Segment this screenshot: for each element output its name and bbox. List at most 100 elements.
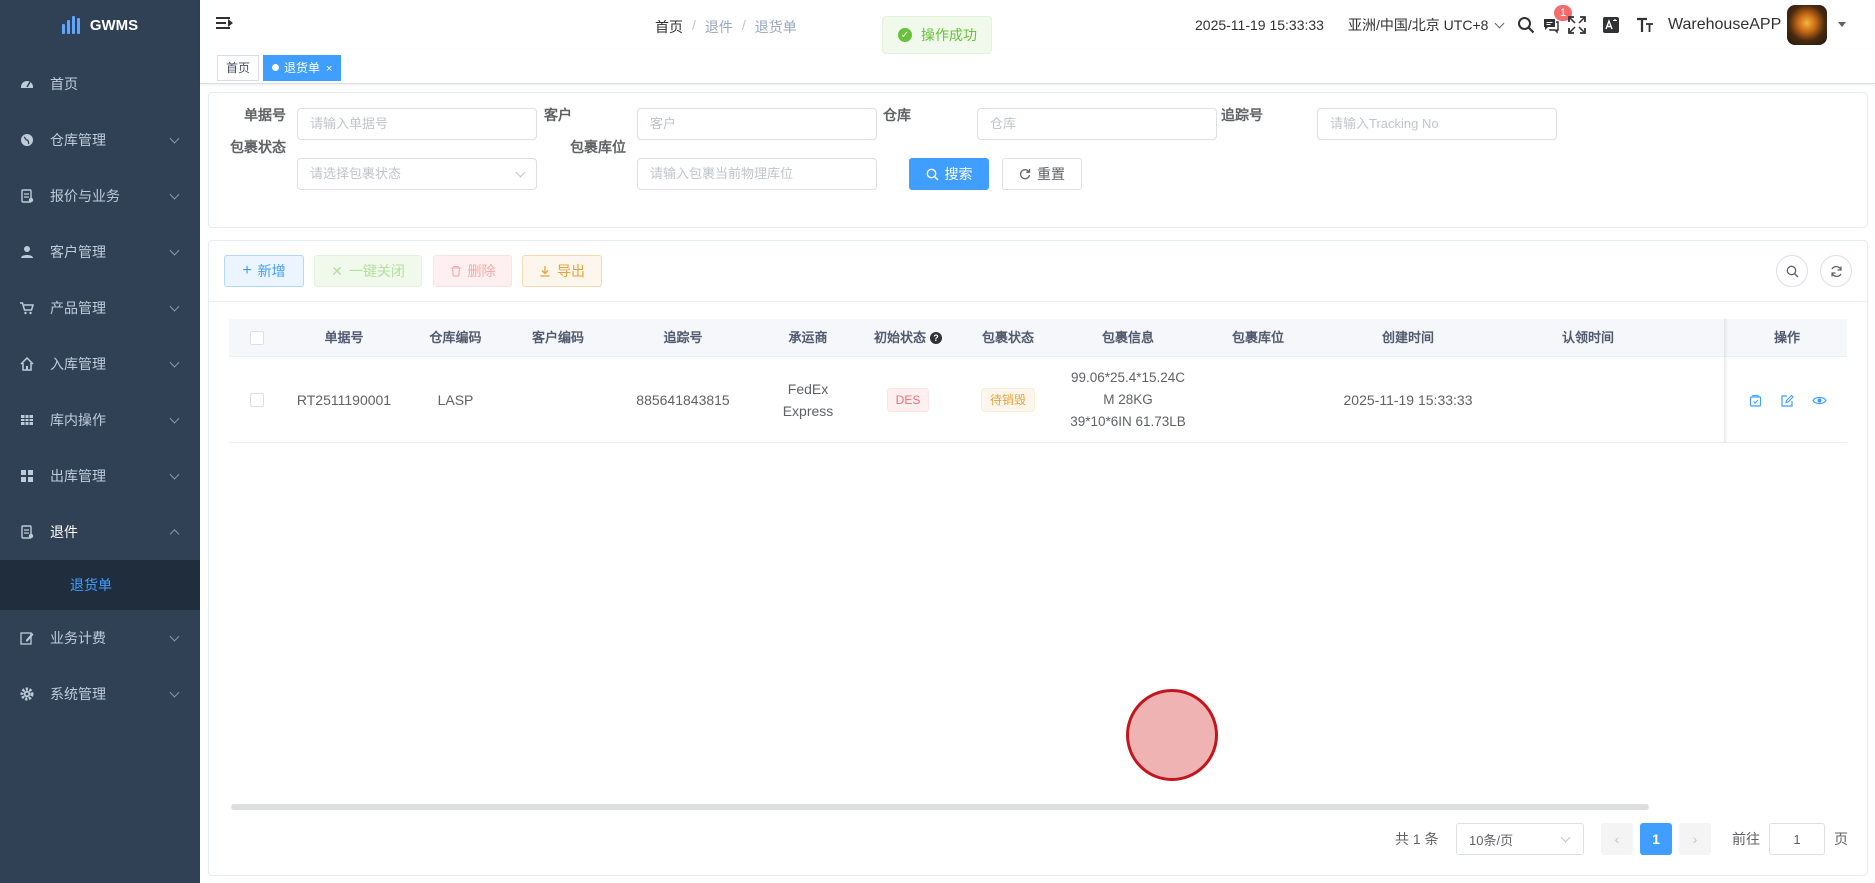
page-size-select[interactable]: 10条/页 xyxy=(1456,823,1584,855)
horizontal-scrollbar[interactable] xyxy=(231,804,1649,810)
close-all-button[interactable]: ✕ 一键关闭 xyxy=(314,255,422,287)
cell-tracking-no: 885641843815 xyxy=(636,392,730,408)
add-button[interactable]: + 新增 xyxy=(224,255,304,287)
sidebar-item-inventory-ops[interactable]: 库内操作 xyxy=(0,392,200,448)
username[interactable]: WarehouseAPP xyxy=(1668,0,1781,50)
close-icon[interactable]: × xyxy=(326,63,332,75)
sidebar-item-outbound[interactable]: 出库管理 xyxy=(0,448,200,504)
tag-home[interactable]: 首页 xyxy=(217,55,260,81)
gear-icon xyxy=(20,687,34,701)
order-no-input[interactable]: 请输入单据号 xyxy=(297,108,537,140)
sidebar-item-system[interactable]: 系统管理 xyxy=(0,666,200,722)
sidebar-item-label: 库内操作 xyxy=(50,412,106,428)
col-customer-code[interactable]: 客户编码 xyxy=(508,319,608,357)
sidebar-item-inbound[interactable]: 入库管理 xyxy=(0,336,200,392)
col-tracking-no[interactable]: 追踪号 xyxy=(608,319,758,357)
export-button[interactable]: 导出 xyxy=(522,255,602,287)
breadcrumb-separator: / xyxy=(692,17,696,33)
logo-icon xyxy=(61,16,80,34)
col-created-at[interactable]: 创建时间 xyxy=(1318,319,1498,357)
cart-icon xyxy=(20,301,34,315)
caret-down-icon[interactable] xyxy=(1838,22,1846,27)
search-icon xyxy=(926,168,939,181)
hamburger-icon[interactable] xyxy=(216,17,234,33)
sidebar-item-customer[interactable]: 客户管理 xyxy=(0,224,200,280)
logo[interactable]: GWMS xyxy=(0,0,200,50)
col-order-no[interactable]: 单据号 xyxy=(285,319,403,357)
sidebar-item-billing[interactable]: 业务计费 xyxy=(0,610,200,666)
message-icon[interactable]: 1 xyxy=(1540,5,1572,36)
translate-icon[interactable] xyxy=(1600,14,1622,36)
pkg-location-input[interactable]: 请输入包裹当前物理库位 xyxy=(637,158,877,190)
delete-button[interactable]: 删除 xyxy=(433,255,512,287)
cell-order-no: RT2511190001 xyxy=(296,392,392,408)
col-carrier[interactable]: 承运商 xyxy=(758,319,858,357)
chevron-down-icon xyxy=(169,133,180,144)
sidebar-item-home[interactable]: 首页 xyxy=(0,56,200,112)
tag-return-orders[interactable]: 退货单 × xyxy=(263,55,342,81)
cell-warehouse-code: LASP xyxy=(437,392,474,408)
tracking-input[interactable]: 请输入Tracking No xyxy=(1317,108,1557,140)
carrier-line: Express xyxy=(782,403,834,419)
col-initial-status[interactable]: 初始状态? xyxy=(858,319,958,357)
col-pkg-status[interactable]: 包裹状态 xyxy=(958,319,1058,357)
edit-icon[interactable] xyxy=(1779,392,1795,408)
pkg-status-placeholder: 请选择包裹状态 xyxy=(310,166,402,181)
tag-label: 首页 xyxy=(226,61,251,75)
col-warehouse-code[interactable]: 仓库编码 xyxy=(403,319,508,357)
app-name: GWMS xyxy=(89,16,139,34)
sidebar-item-warehouse[interactable]: 仓库管理 xyxy=(0,112,200,168)
col-pkg-location[interactable]: 包裹库位 xyxy=(1198,319,1318,357)
search-button[interactable]: 搜索 xyxy=(909,158,989,190)
view-icon[interactable] xyxy=(1811,392,1827,408)
col-pkg-info[interactable]: 包裹信息 xyxy=(1058,319,1198,357)
breadcrumb-separator: / xyxy=(741,17,746,33)
warehouse-input[interactable]: 仓库 xyxy=(977,108,1217,140)
customer-input[interactable]: 客户 xyxy=(637,108,877,140)
status-badge: 待销毁 xyxy=(980,388,1035,412)
dashboard-icon xyxy=(20,77,34,91)
success-toast: ✓ 操作成功 xyxy=(882,16,992,54)
delete-button-label: 删除 xyxy=(467,263,496,279)
page-number-button[interactable]: 1 xyxy=(1640,823,1672,855)
timezone-select[interactable]: 亚洲/中国/北京 UTC+8 xyxy=(1348,0,1505,50)
question-icon[interactable]: ? xyxy=(930,332,942,344)
table-row[interactable]: RT2511190001 LASP 885641843815 FedEx Exp… xyxy=(229,357,1847,443)
refresh-button[interactable] xyxy=(1820,255,1852,287)
home-icon xyxy=(20,357,34,371)
chevron-down-icon xyxy=(515,167,526,178)
sidebar-item-returns[interactable]: 退件 xyxy=(0,504,200,560)
claim-icon[interactable] xyxy=(1747,392,1763,408)
sidebar-subitem-return-orders[interactable]: 退货单 xyxy=(0,560,200,610)
chevron-up-icon xyxy=(169,529,180,540)
breadcrumb: 首页 / 退件 / 退货单 xyxy=(655,17,797,37)
status-badge: DES xyxy=(886,388,930,412)
pkg-location-label: 包裹库位 xyxy=(570,139,626,155)
breadcrumb-item-home[interactable]: 首页 xyxy=(655,17,683,37)
search-toggle-button[interactable] xyxy=(1776,255,1808,287)
page-size-value: 10条/页 xyxy=(1469,832,1514,848)
reset-button[interactable]: 重置 xyxy=(1002,158,1082,190)
search-icon[interactable] xyxy=(1515,14,1537,36)
avatar[interactable] xyxy=(1787,5,1827,45)
pkg-status-select[interactable]: 请选择包裹状态 xyxy=(297,158,537,190)
refresh-icon xyxy=(1019,169,1031,180)
fixed-column-shadow xyxy=(1724,319,1728,443)
sidebar-item-quote[interactable]: 报价与业务 xyxy=(0,168,200,224)
col-claimed-at[interactable]: 认领时间 xyxy=(1498,319,1678,357)
sidebar-item-product[interactable]: 产品管理 xyxy=(0,280,200,336)
add-button-label: 新增 xyxy=(257,263,286,279)
next-page-button[interactable]: › xyxy=(1679,823,1711,855)
prev-page-button[interactable]: ‹ xyxy=(1601,823,1633,855)
chevron-down-icon xyxy=(169,357,180,368)
sidebar-item-label: 仓库管理 xyxy=(50,132,106,148)
sidebar-item-label: 报价与业务 xyxy=(50,188,120,204)
search-icon xyxy=(1786,265,1798,277)
fullscreen-icon[interactable] xyxy=(1566,14,1588,36)
row-checkbox[interactable] xyxy=(250,393,264,407)
select-all-checkbox[interactable] xyxy=(250,331,264,345)
export-button-label: 导出 xyxy=(557,263,585,279)
font-size-icon[interactable] xyxy=(1634,14,1656,36)
goto-page-input[interactable]: 1 xyxy=(1769,823,1825,855)
table-header: 单据号 仓库编码 客户编码 追踪号 承运商 初始状态? 包裹状态 包裹信息 包裹… xyxy=(229,319,1847,357)
